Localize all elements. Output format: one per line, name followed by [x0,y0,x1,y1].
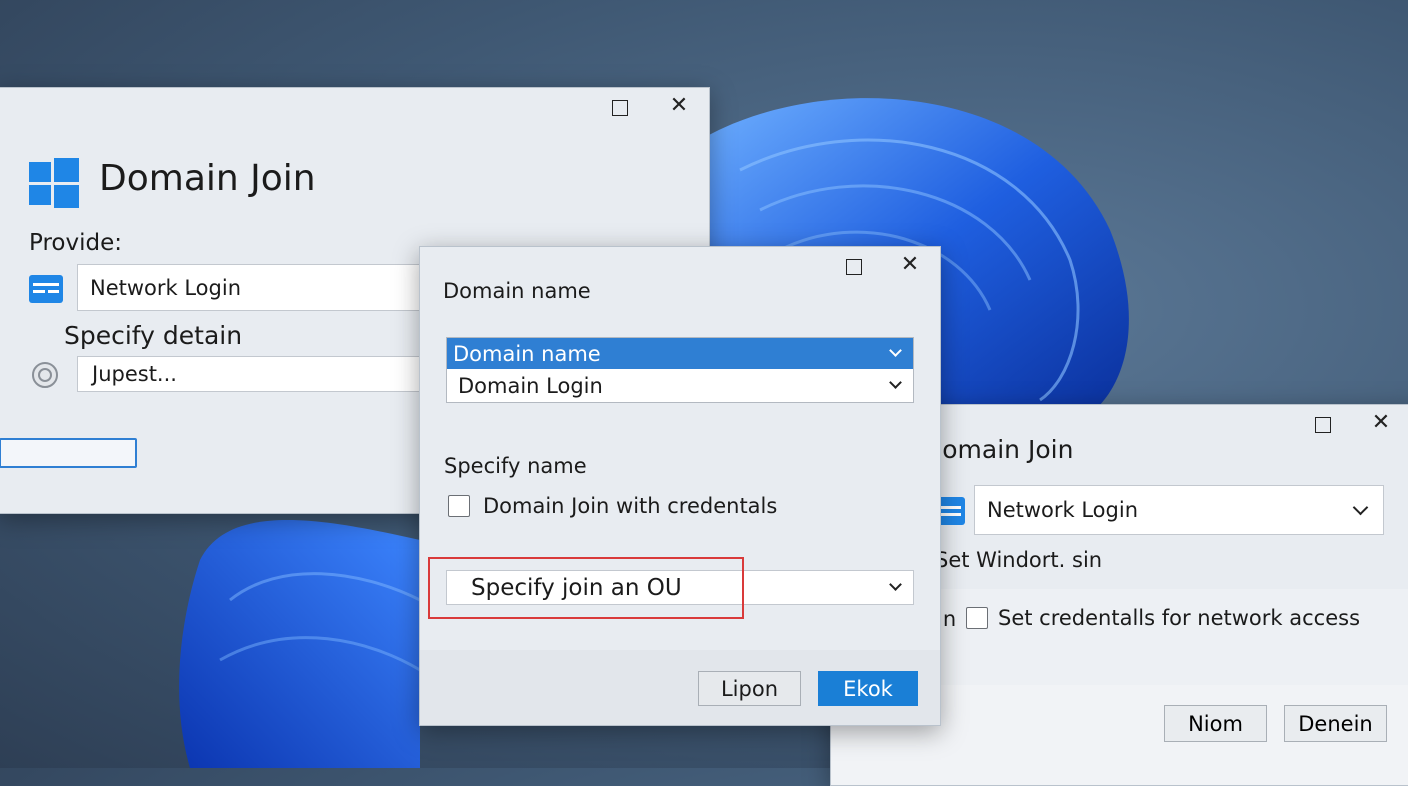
maximize-button[interactable] [606,96,634,120]
ok-button[interactable]: Ekok [818,671,918,706]
close-icon: ✕ [669,93,689,118]
maximize-icon [612,100,628,116]
close-button[interactable]: ✕ [896,252,924,279]
domain-name-dialog: ✕ Domain name Domain name Domain Login S… [419,246,941,726]
close-icon: ✕ [900,252,920,277]
sub-label: Set Windort. sin [935,548,1103,572]
maximize-icon [846,259,862,275]
provide-label: Provide: [29,230,122,256]
dropdown-value: Network Login [987,498,1139,522]
maximize-icon [1315,417,1331,433]
window-title: Domain Join [99,158,316,199]
network-login-dropdown[interactable]: Network Login [974,485,1384,535]
window-title: Domain Join [923,435,1074,464]
close-icon: ✕ [1371,410,1391,435]
niom-button[interactable]: Niom [1164,705,1267,742]
windows-logo-icon [29,158,79,208]
domain-dropdown[interactable]: Domain name Domain Login [446,337,914,403]
specify-label: Specify detain [64,321,243,350]
credentials-checkbox-label: Set credentalls for network access [998,606,1361,630]
denein-button[interactable]: Denein [1284,705,1387,742]
focused-button[interactable] [0,438,137,468]
network-login-field[interactable]: Network Login [77,264,477,311]
network-icon [29,275,63,303]
dropdown-selected-option[interactable]: Domain name [447,338,913,369]
chevron-down-icon [889,376,902,389]
ou-highlight-box [428,557,744,619]
credentials-checkbox-label: Domain Join with credentals [483,494,778,518]
maximize-button[interactable] [840,255,868,279]
credentials-checkbox[interactable] [448,495,470,517]
close-button[interactable]: ✕ [665,93,693,120]
specify-field[interactable]: Jupest... [77,356,477,392]
chevron-down-icon [889,344,902,357]
close-button[interactable]: ✕ [1367,410,1395,437]
chevron-down-icon [1352,499,1369,516]
maximize-button[interactable] [1309,413,1337,437]
dropdown-option[interactable]: Domain Login [447,369,913,402]
cancel-button[interactable]: Lipon [698,671,801,706]
specify-name-label: Specify name [444,454,587,478]
option-label: Domain Login [458,373,603,398]
chevron-down-icon [889,578,902,591]
selected-option-label: Domain name [453,341,601,366]
credentials-checkbox[interactable] [966,607,988,629]
disc-icon [32,362,58,388]
dialog-heading: Domain name [443,279,591,303]
